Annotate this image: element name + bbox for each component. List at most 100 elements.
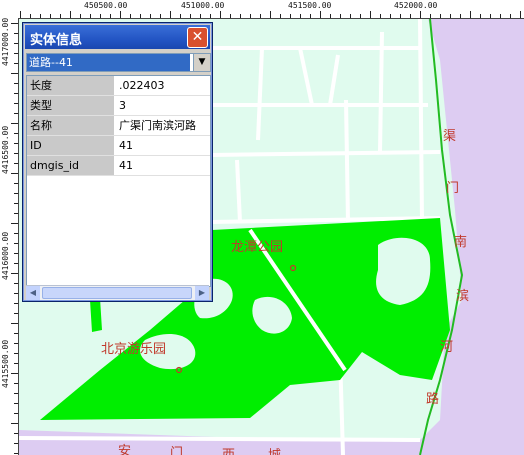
ruler-tick [420, 11, 421, 18]
property-row[interactable]: 长度 .022403 [27, 76, 210, 96]
ruler-y-label: 4417000.00 [1, 18, 10, 66]
property-row[interactable]: 名称 广渠门南滨河路 [27, 116, 210, 136]
scroll-thumb[interactable] [42, 287, 192, 299]
ruler-tick [14, 183, 18, 184]
park-label-longtan: 龙潭公园 [231, 240, 283, 255]
park-label-amusement: 北京游乐园 [101, 342, 166, 357]
entity-select[interactable]: 道路--41 ▼ [26, 53, 211, 72]
ruler-tick [14, 453, 18, 454]
ruler-tick [240, 14, 241, 18]
property-value: 41 [119, 159, 133, 172]
property-value: 3 [119, 99, 126, 112]
ruler-tick [14, 333, 18, 334]
ruler-tick [14, 213, 18, 214]
ruler-tick [260, 14, 261, 18]
ruler-y-label: 4416500.00 [1, 125, 10, 174]
property-key: dmgis_id [27, 156, 115, 175]
ruler-tick [160, 14, 161, 18]
ruler-tick [11, 273, 18, 274]
ruler-tick [270, 11, 271, 18]
ruler-tick [340, 14, 341, 18]
vertical-ruler: 4417000.00 4416500.00 4416000.00 4415500… [0, 18, 19, 455]
road-label-char: 滨 [456, 288, 469, 304]
ruler-tick [14, 113, 18, 114]
ruler-tick [140, 14, 141, 18]
ruler-tick [50, 14, 51, 18]
ruler-tick [11, 373, 18, 374]
ruler-tick [14, 353, 18, 354]
ruler-tick [14, 153, 18, 154]
ruler-tick [11, 223, 18, 224]
chevron-down-icon[interactable]: ▼ [193, 54, 210, 71]
ruler-tick [14, 193, 18, 194]
ruler-x-label: 451500.00 [288, 1, 332, 10]
ruler-tick [14, 33, 18, 34]
ruler-tick [150, 14, 151, 18]
ruler-tick [14, 313, 18, 314]
road-label-char: 路 [426, 391, 439, 407]
ruler-tick [230, 14, 231, 18]
ruler-tick [14, 413, 18, 414]
ruler-tick [120, 11, 121, 18]
scroll-left-icon[interactable]: ◀ [26, 286, 40, 300]
ruler-tick [220, 11, 221, 18]
ruler-tick [80, 14, 81, 18]
road-label-char: 渠 [443, 129, 456, 144]
ruler-x-label: 452000.00 [394, 1, 438, 10]
road-label-char: 城 [268, 448, 281, 455]
ruler-tick [14, 283, 18, 284]
property-row[interactable]: dmgis_id 41 [27, 156, 210, 176]
property-key: 类型 [27, 96, 115, 115]
horizontal-ruler: 450500.00 451000.00 451500.00 452000.00 [0, 0, 524, 19]
ruler-tick [14, 383, 18, 384]
window-title-bar[interactable]: 实体信息 ✕ [25, 25, 210, 49]
ruler-tick [110, 14, 111, 18]
ruler-tick [14, 443, 18, 444]
ruler-tick [460, 14, 461, 18]
entity-info-window[interactable]: 实体信息 ✕ 道路--41 ▼ 长度 .022403 类型 3 名称 广渠门南滨… [22, 22, 213, 302]
ruler-tick [14, 433, 18, 434]
ruler-tick [14, 293, 18, 294]
road-label-char: 门 [446, 181, 459, 196]
horizontal-scrollbar[interactable]: ◀ ▶ [26, 285, 209, 300]
property-row[interactable]: 类型 3 [27, 96, 210, 116]
ruler-tick [14, 163, 18, 164]
entity-select-value: 道路--41 [27, 54, 190, 71]
ruler-tick [210, 14, 211, 18]
ruler-tick [30, 14, 31, 18]
ruler-tick [470, 11, 471, 18]
ruler-tick [170, 11, 171, 18]
ruler-tick [14, 363, 18, 364]
road-label-char: 河 [440, 340, 453, 355]
close-button[interactable]: ✕ [187, 27, 208, 48]
ruler-tick [14, 343, 18, 344]
ruler-tick [290, 14, 291, 18]
ruler-x-label: 451000.00 [181, 1, 225, 10]
ruler-tick [14, 133, 18, 134]
ruler-tick [280, 14, 281, 18]
ruler-tick [14, 303, 18, 304]
ruler-tick [11, 73, 18, 74]
ruler-tick [14, 93, 18, 94]
ruler-tick [190, 14, 191, 18]
ruler-tick [14, 233, 18, 234]
ruler-tick [14, 263, 18, 264]
ruler-tick [60, 14, 61, 18]
property-grid: 长度 .022403 类型 3 名称 广渠门南滨河路 ID 41 dmgis_i… [26, 75, 211, 287]
ruler-tick [410, 14, 411, 18]
property-value: 41 [119, 139, 133, 152]
ruler-tick [14, 103, 18, 104]
property-row[interactable]: ID 41 [27, 136, 210, 156]
ruler-tick [11, 173, 18, 174]
ruler-tick [490, 14, 491, 18]
scroll-right-icon[interactable]: ▶ [195, 286, 209, 300]
ruler-tick [14, 243, 18, 244]
ruler-tick [430, 14, 431, 18]
window-title: 实体信息 [30, 33, 83, 48]
ruler-tick [14, 43, 18, 44]
ruler-tick [130, 14, 131, 18]
ruler-tick [400, 14, 401, 18]
ruler-tick [14, 393, 18, 394]
ruler-tick [14, 63, 18, 64]
ruler-tick [350, 14, 351, 18]
